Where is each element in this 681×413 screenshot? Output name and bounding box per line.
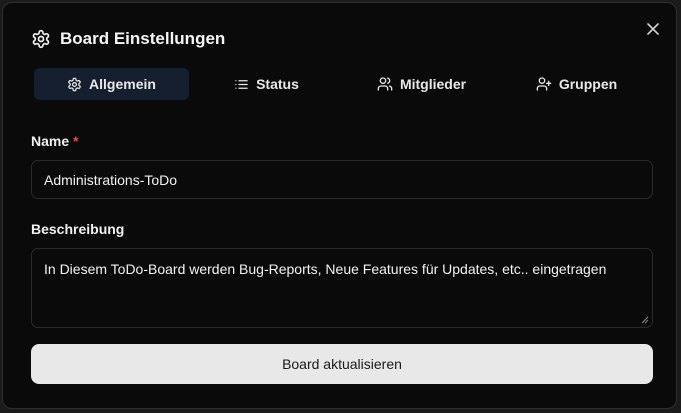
tab-allgemein[interactable]: Allgemein <box>34 68 189 100</box>
gear-icon <box>32 29 50 49</box>
name-label: Name * <box>31 133 78 149</box>
dialog-title: Board Einstellungen <box>60 29 226 48</box>
tab-status[interactable]: Status <box>189 68 344 100</box>
update-board-button[interactable]: Board aktualisieren <box>31 344 653 384</box>
name-input-value: Administrations-ToDo <box>44 171 178 188</box>
dialog-header: Board Einstellungen <box>31 29 225 49</box>
tab-label: Gruppen <box>558 76 618 92</box>
description-label: Beschreibung <box>31 221 125 237</box>
name-input[interactable]: Administrations-ToDo <box>31 160 653 199</box>
tab-label: Mitglieder <box>399 76 467 92</box>
close-button[interactable] <box>644 20 662 38</box>
tab-gruppen[interactable]: Gruppen <box>499 68 654 100</box>
user-plus-icon <box>536 77 552 91</box>
list-icon <box>235 79 248 89</box>
resize-handle-icon[interactable] <box>641 316 649 324</box>
close-icon <box>647 23 659 35</box>
required-marker: * <box>73 133 79 149</box>
name-label-text: Name <box>31 133 70 149</box>
tab-label: Status <box>256 76 299 92</box>
settings-tabs: Allgemein Status Mitglieder Gruppen <box>34 68 654 100</box>
description-value: In Diesem ToDo-Board werden Bug-Reports,… <box>44 261 607 277</box>
board-settings-dialog: Board Einstellungen Allgemein Status Mit… <box>2 2 677 409</box>
tab-label: Allgemein <box>89 76 156 92</box>
tab-mitglieder[interactable]: Mitglieder <box>344 68 499 100</box>
description-textarea[interactable]: In Diesem ToDo-Board werden Bug-Reports,… <box>31 248 653 328</box>
users-icon <box>377 77 393 91</box>
gear-icon <box>68 77 81 91</box>
